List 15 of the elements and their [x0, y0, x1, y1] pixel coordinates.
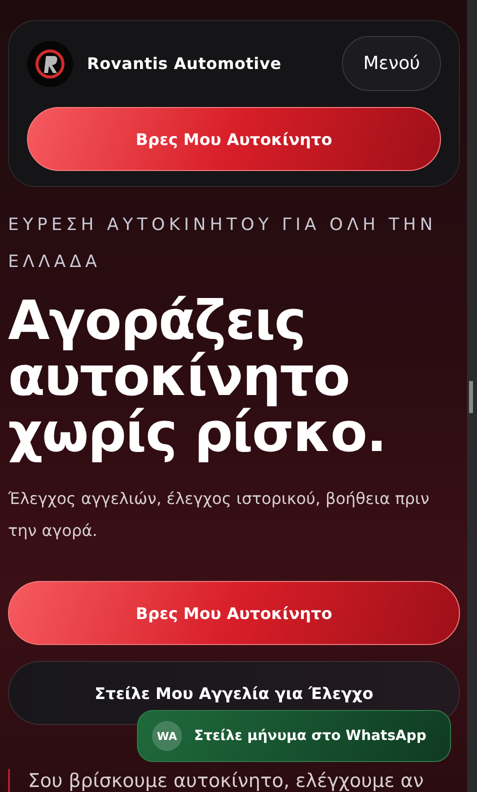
whatsapp-button[interactable]: WA Στείλε μήνυμα στο WhatsApp	[137, 710, 451, 762]
find-car-button[interactable]: Βρες Μου Αυτοκίνητο	[8, 581, 460, 645]
headline: αυτοκίνητο	[8, 349, 350, 405]
find-car-button[interactable]: Βρες Μου Αυτοκίνητο	[27, 107, 441, 171]
scrollbar[interactable]	[467, 0, 477, 792]
whatsapp-badge: WA	[152, 721, 182, 751]
whatsapp-label: Στείλε μήνυμα στο WhatsApp	[194, 728, 426, 744]
brand-name: Rovantis Automotive	[87, 54, 282, 73]
headline: χωρίς ρίσκο.	[8, 405, 386, 461]
eyebrow-text: ΕΥΡΕΣΗ ΑΥΤΟΚΙΝΗΤΟΥ ΓΙΑ ΟΛΗ ΤΗΝ ΕΛΛΑΔΑ	[8, 214, 438, 274]
menu-button[interactable]: Μενού	[342, 36, 441, 91]
headline: Αγοράζεις	[8, 293, 306, 349]
quote-text: Σου βρίσκουμε αυτοκίνητο, ελέγχουμε αν	[8, 769, 460, 792]
logo-icon	[27, 40, 73, 86]
subtitle: Έλεγχος αγγελιών, έλεγχος ιστορικού, βοήθεια πριν την αγορά.	[8, 488, 430, 542]
